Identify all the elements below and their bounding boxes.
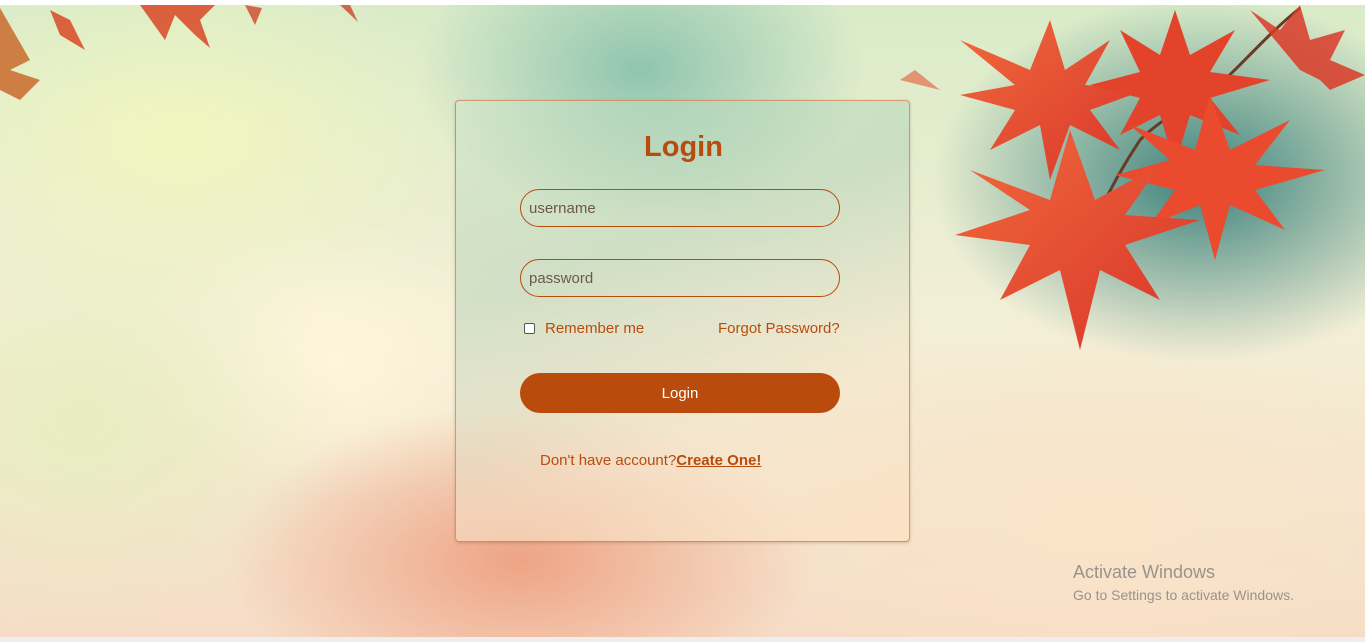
username-input[interactable] (520, 189, 840, 227)
watermark-subtitle: Go to Settings to activate Windows. (1073, 587, 1294, 603)
password-input[interactable] (520, 259, 840, 297)
login-card: Login Remember me Forgot Password? Login… (455, 100, 910, 542)
create-account-link[interactable]: Create One! (676, 452, 761, 469)
windows-activation-watermark: Activate Windows Go to Settings to activ… (1073, 562, 1294, 603)
signup-text: Don't have account? (540, 452, 677, 469)
remember-me[interactable]: Remember me (524, 320, 644, 337)
checkbox-icon[interactable] (524, 323, 535, 334)
login-title: Login (644, 131, 723, 163)
watermark-title: Activate Windows (1073, 562, 1216, 582)
login-button[interactable]: Login (520, 373, 840, 413)
remember-me-label[interactable]: Remember me (545, 320, 644, 337)
forgot-password-link[interactable]: Forgot Password? (718, 320, 840, 337)
signup-prompt: Don't have account?Create One! (540, 452, 761, 469)
